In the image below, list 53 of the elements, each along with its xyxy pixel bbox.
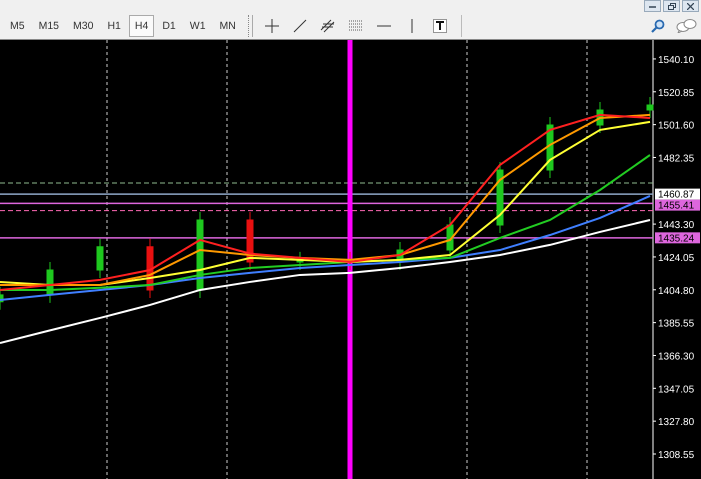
timeframe-button[interactable]: H4 [128, 14, 154, 36]
crosshair-icon [264, 18, 279, 32]
candlestick [146, 238, 154, 298]
price-axis-label: 1540.10 [658, 54, 694, 66]
price-axis-label: 1385.55 [658, 318, 694, 330]
close-button[interactable] [682, 0, 699, 12]
candlestick [446, 216, 454, 259]
channel-icon [320, 18, 336, 34]
candlestick [46, 262, 54, 304]
minimize-button[interactable] [644, 0, 661, 12]
candlestick [546, 116, 554, 178]
candlestick [0, 286, 4, 310]
horizontal-line-icon [376, 24, 391, 28]
price-level-tag: 1435.24 [655, 232, 700, 244]
price-axis-label: 1308.55 [658, 450, 694, 461]
candlestick [96, 238, 104, 278]
text-tool-icon [432, 18, 447, 32]
candlestick [596, 101, 604, 134]
price-axis-label: 1482.35 [658, 153, 694, 164]
price-axis-label: 1366.30 [658, 351, 694, 362]
price-level-tag: 1460.87 [655, 188, 700, 201]
timeframe-button[interactable]: M15 [32, 14, 66, 36]
price-axis-label: 1347.05 [658, 384, 694, 396]
candlestick [246, 212, 254, 270]
ref-line-label: 1460.87 [658, 190, 695, 201]
candlestick [646, 96, 654, 118]
minimize-icon [649, 4, 656, 8]
timeframe-button[interactable]: MN [214, 14, 242, 36]
price-axis-label: 1443.30 [658, 220, 694, 232]
price-axis-label: 1520.85 [658, 88, 694, 99]
price-axis-label: 1501.60 [658, 120, 694, 132]
restore-button[interactable] [663, 0, 680, 12]
timeframe-button[interactable]: H1 [101, 14, 127, 36]
timeframe-button[interactable]: W1 [184, 14, 212, 36]
candlestick [396, 242, 404, 270]
close-icon [687, 2, 694, 10]
vertical-line-icon [410, 18, 414, 32]
price-axis-label: 1327.80 [658, 417, 694, 428]
timeframe-button[interactable]: D1 [156, 14, 182, 36]
trendline-icon [292, 18, 307, 32]
price-axis-label: 1404.80 [658, 286, 694, 297]
ref-line-label: 1435.24 [658, 233, 695, 244]
candlestick [296, 251, 304, 270]
timeframe-button[interactable]: M30 [67, 14, 100, 36]
restore-icon [668, 2, 676, 10]
fibonacci-lines-icon [348, 18, 364, 32]
timeframe-button[interactable]: M5 [4, 14, 31, 36]
candlestick [346, 251, 354, 270]
price-axis-label: 1424.05 [658, 252, 694, 264]
price-level-tag: 1455.41 [655, 200, 700, 212]
chat-bubbles-icon [675, 18, 697, 32]
ref-line-label: 1455.41 [658, 200, 695, 212]
search-icon [651, 18, 665, 32]
